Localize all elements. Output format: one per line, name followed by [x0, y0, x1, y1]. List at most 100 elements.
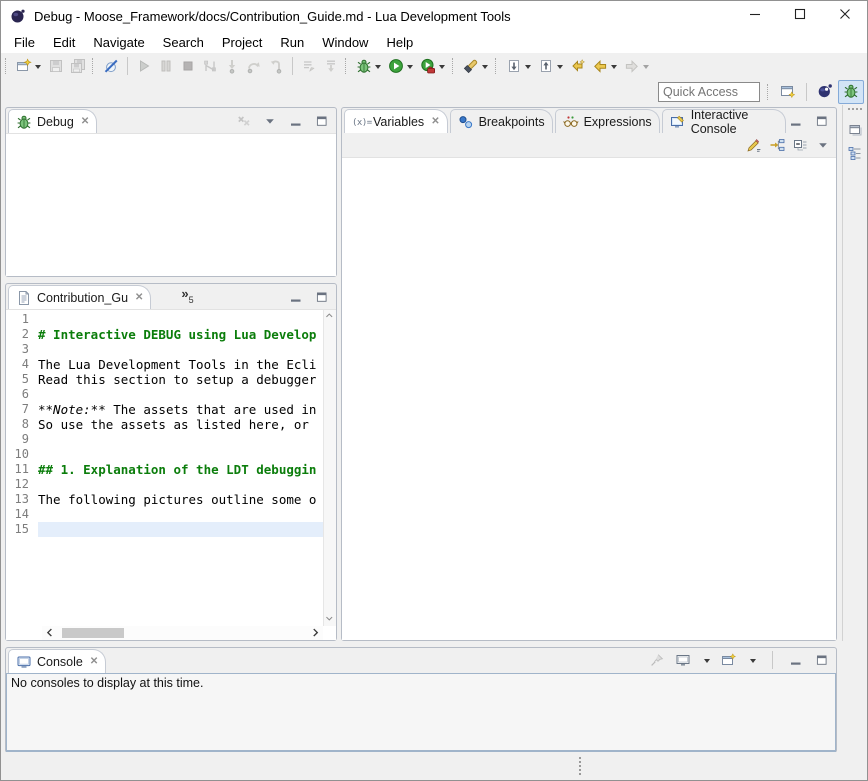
maximize-view-button[interactable]	[314, 113, 330, 129]
tab-console[interactable]: Console✕	[8, 649, 106, 673]
show-type-names-button[interactable]	[746, 137, 762, 153]
quick-access-input[interactable]	[658, 82, 760, 102]
dropdown-arrow-icon	[611, 65, 617, 72]
code-text	[38, 432, 323, 447]
scroll-right-icon[interactable]	[307, 626, 323, 640]
code-segment: **Note:**	[38, 402, 106, 417]
search-button[interactable]	[460, 54, 492, 78]
tab-expressions[interactable]: Expressions	[555, 109, 660, 133]
editor-line: 10	[6, 447, 323, 462]
tab-variables[interactable]: (x)=Variables✕	[344, 109, 448, 133]
menu-navigate[interactable]: Navigate	[84, 33, 153, 52]
menu-window[interactable]: Window	[313, 33, 377, 52]
console-message: No consoles to display at this time.	[7, 674, 835, 692]
maximize-view-button[interactable]	[814, 652, 830, 668]
run-button[interactable]	[385, 54, 417, 78]
tab-breakpoints[interactable]: Breakpoints	[450, 109, 553, 133]
step-over-icon	[246, 58, 262, 74]
editor-text-area[interactable]: 12# Interactive DEBUG using Lua Develop3…	[6, 312, 323, 626]
step-into-button[interactable]	[221, 54, 243, 78]
debug-perspective-button[interactable]	[838, 80, 864, 104]
win-max-icon	[792, 6, 808, 27]
pin-console-button[interactable]	[649, 652, 665, 668]
suspend-button[interactable]	[155, 54, 177, 78]
close-tab-icon[interactable]: ✕	[81, 116, 89, 127]
scroll-left-icon[interactable]	[42, 626, 58, 640]
step-into-icon	[224, 58, 240, 74]
outline-view-button[interactable]	[847, 145, 863, 161]
close-tab-icon[interactable]: ✕	[135, 292, 143, 303]
menu-edit[interactable]: Edit	[44, 33, 84, 52]
resume-button[interactable]	[133, 54, 155, 78]
maximize-view-button[interactable]	[814, 113, 830, 129]
dropdown-arrow-icon	[482, 65, 488, 72]
drop-to-frame-button[interactable]	[320, 54, 342, 78]
dropdown-arrow-icon	[35, 65, 41, 72]
new-wizard-button[interactable]	[13, 54, 45, 78]
disconnect-button[interactable]	[199, 54, 221, 78]
tab-interactive-console[interactable]: Interactive Console	[662, 109, 786, 133]
window-close-button[interactable]	[822, 1, 867, 31]
minimize-view-button[interactable]	[288, 289, 304, 305]
lua-perspective-button[interactable]	[812, 80, 838, 104]
menu-project[interactable]: Project	[213, 33, 271, 52]
display-selected-console-button[interactable]	[675, 652, 691, 668]
scroll-up-icon[interactable]	[324, 310, 336, 323]
line-number: 11	[6, 462, 38, 477]
terminate-icon	[180, 58, 196, 74]
editor-tab-overflow[interactable]: »5	[181, 289, 193, 305]
rail-drag-handle[interactable]	[848, 108, 862, 113]
menu-file[interactable]: File	[5, 33, 44, 52]
use-step-filters-button[interactable]	[298, 54, 320, 78]
open-perspective-button[interactable]	[775, 80, 801, 104]
step-return-button[interactable]	[265, 54, 287, 78]
forward-button[interactable]	[621, 54, 653, 78]
markdown-file-icon	[16, 290, 32, 306]
collapse-all-button[interactable]	[792, 137, 808, 153]
run-external-tools-button[interactable]	[417, 54, 449, 78]
code-text	[38, 312, 323, 327]
menu-run[interactable]: Run	[271, 33, 313, 52]
restore-view-button[interactable]	[847, 121, 863, 137]
horizontal-scroll-thumb[interactable]	[62, 628, 124, 638]
editor-line: 4The Lua Development Tools in the Ecli	[6, 357, 323, 372]
minimize-view-button[interactable]	[788, 113, 804, 129]
view-menu-button[interactable]	[815, 137, 831, 153]
last-edit-location-button[interactable]	[567, 54, 589, 78]
status-drag-handle[interactable]	[579, 757, 582, 775]
menu-search[interactable]: Search	[154, 33, 213, 52]
maximize-view-button[interactable]	[314, 289, 330, 305]
save-button[interactable]	[45, 54, 67, 78]
dropdown-arrow-icon	[407, 65, 413, 72]
next-annotation-button[interactable]	[503, 54, 535, 78]
editor-horizontal-scrollbar[interactable]	[42, 626, 323, 640]
scroll-down-icon[interactable]	[324, 613, 336, 626]
tab-label: Expressions	[584, 115, 652, 129]
variables-toolbar	[342, 133, 836, 157]
line-number: 14	[6, 507, 38, 522]
close-tab-icon[interactable]: ✕	[90, 656, 98, 667]
back-button[interactable]	[589, 54, 621, 78]
menu-bar: FileEditNavigateSearchProjectRunWindowHe…	[1, 31, 867, 53]
skip-all-breakpoints-button[interactable]	[100, 54, 122, 78]
menu-help[interactable]: Help	[377, 33, 422, 52]
window-minimize-button[interactable]	[732, 1, 777, 31]
tab-debug[interactable]: Debug✕	[8, 109, 97, 133]
window-title: Debug - Moose_Framework/docs/Contributio…	[34, 9, 511, 24]
remove-all-terminated-button[interactable]	[236, 113, 252, 129]
close-tab-icon[interactable]: ✕	[431, 116, 439, 127]
previous-annotation-button[interactable]	[535, 54, 567, 78]
editor-vertical-scrollbar[interactable]	[323, 310, 336, 626]
minimize-view-button[interactable]	[288, 113, 304, 129]
view-menu-button[interactable]	[262, 113, 278, 129]
save-all-button[interactable]	[67, 54, 89, 78]
show-logical-structures-button[interactable]	[769, 137, 785, 153]
step-over-button[interactable]	[243, 54, 265, 78]
tab-contribution-gu[interactable]: Contribution_Gu✕	[8, 285, 151, 309]
terminate-button[interactable]	[177, 54, 199, 78]
minimize-view-button[interactable]	[788, 652, 804, 668]
open-console-button[interactable]	[721, 652, 737, 668]
debug-button[interactable]	[353, 54, 385, 78]
perspective-row	[1, 79, 867, 105]
window-maximize-button[interactable]	[777, 1, 822, 31]
